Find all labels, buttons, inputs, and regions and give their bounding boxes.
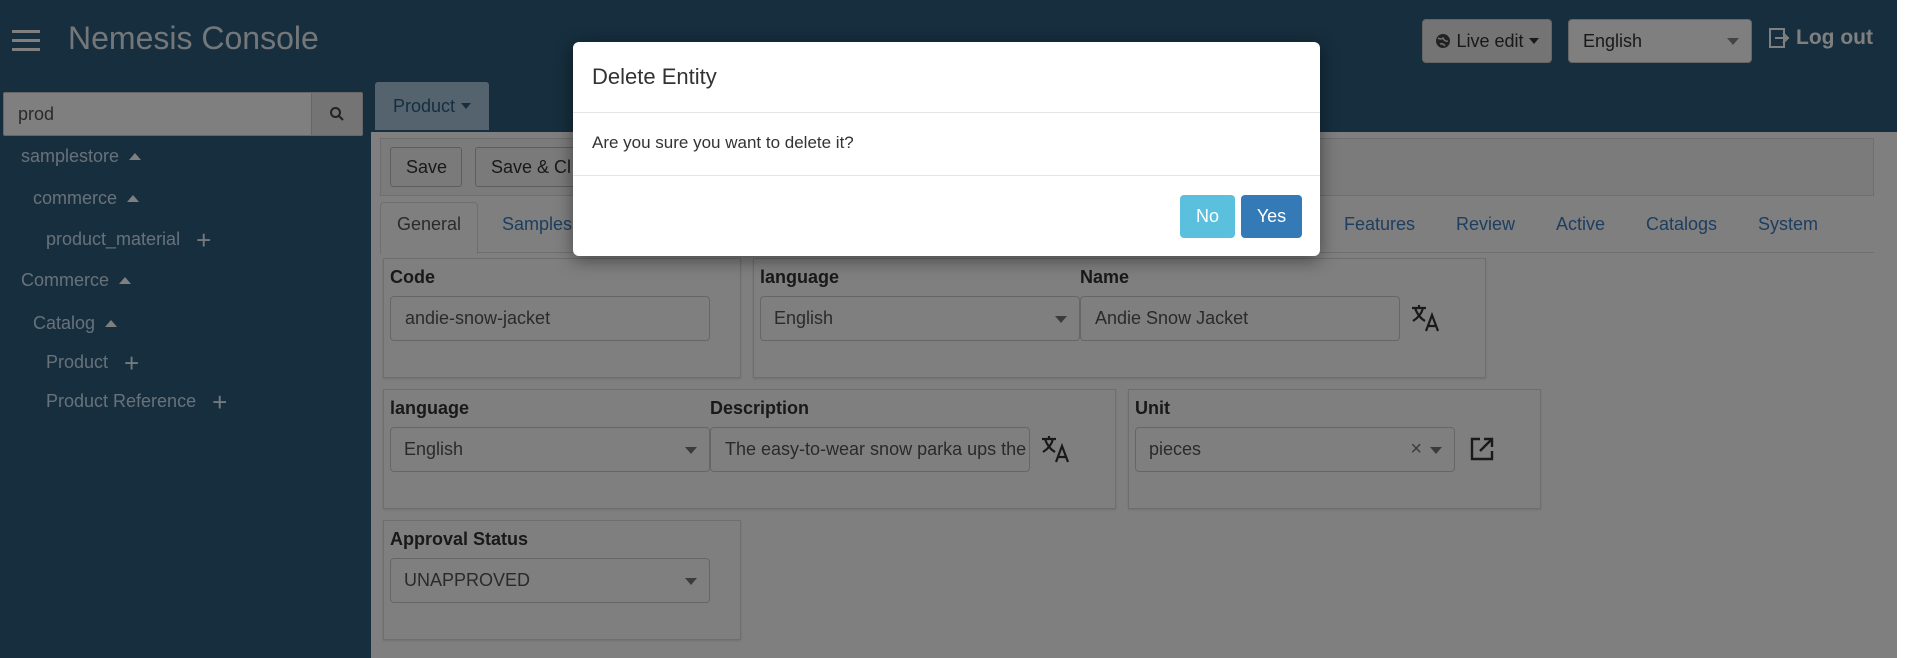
page: Nemesis Console Live edit English Log ou…: [0, 0, 1907, 658]
yes-button[interactable]: Yes: [1241, 195, 1302, 238]
divider: [573, 112, 1320, 113]
dialog-message: Are you sure you want to delete it?: [592, 133, 854, 152]
divider: [573, 175, 1320, 176]
delete-entity-dialog: Delete Entity Are you sure you want to d…: [573, 42, 1320, 256]
no-button[interactable]: No: [1180, 195, 1235, 238]
dialog-title: Delete Entity: [592, 64, 717, 89]
window-edge: [1897, 0, 1907, 658]
